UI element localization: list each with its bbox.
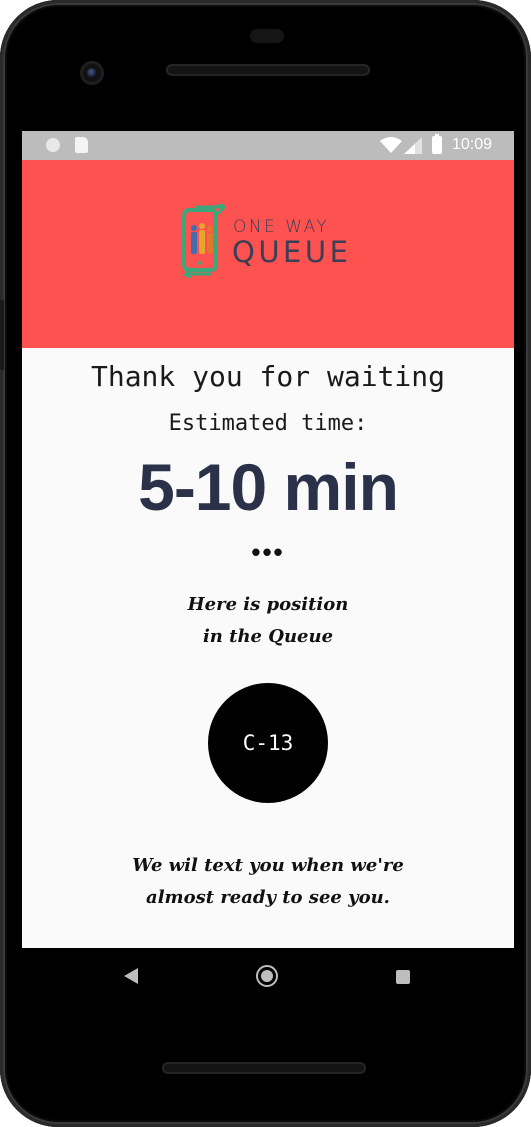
- header-banner: ONE WAY QUEUE: [22, 160, 514, 348]
- queue-ticket-number: C-13: [242, 731, 294, 755]
- notification-dot-icon: [46, 138, 60, 152]
- phone-with-people-arrows-icon: [182, 204, 227, 278]
- estimated-time-value: 5-10 min: [138, 450, 399, 524]
- recents-icon[interactable]: [396, 970, 410, 984]
- estimated-time-label: Estimated time:: [168, 411, 368, 436]
- position-caption-line1: Here is position: [187, 594, 349, 615]
- text-notice-line2: almost ready to see you.: [146, 887, 390, 908]
- thank-you-heading: Thank you for waiting: [90, 360, 445, 393]
- wifi-icon: [380, 137, 402, 153]
- cell-signal-icon: [404, 137, 422, 154]
- logo-text-queue: QUEUE: [232, 235, 352, 269]
- ellipsis-indicator: •••: [251, 537, 285, 567]
- status-bar: 10:09: [22, 131, 514, 160]
- status-time: 10:09: [452, 136, 493, 153]
- battery-icon: [432, 134, 442, 154]
- phone-device-frame: 10:09 ONE WAY QUEUE Thank you for waitin…: [0, 0, 531, 1127]
- bottom-speaker-grille: [162, 1062, 366, 1074]
- back-icon[interactable]: [122, 966, 140, 986]
- front-camera: [80, 61, 104, 85]
- power-button: [0, 300, 4, 370]
- app-screen: 10:09 ONE WAY QUEUE Thank you for waitin…: [22, 131, 514, 948]
- text-notice: We wil text you when we're almost ready …: [22, 850, 514, 914]
- top-speaker-grille: [166, 64, 370, 76]
- text-notice-line1: We wil text you when we're: [132, 855, 404, 876]
- home-icon[interactable]: [256, 965, 278, 987]
- sd-card-icon: [75, 137, 88, 153]
- position-caption: Here is position in the Queue: [22, 589, 514, 653]
- queue-ticket-badge: C-13: [208, 683, 328, 803]
- position-caption-line2: in the Queue: [202, 626, 334, 647]
- logo-text-one-way: ONE WAY: [233, 217, 330, 237]
- earpiece: [250, 29, 284, 43]
